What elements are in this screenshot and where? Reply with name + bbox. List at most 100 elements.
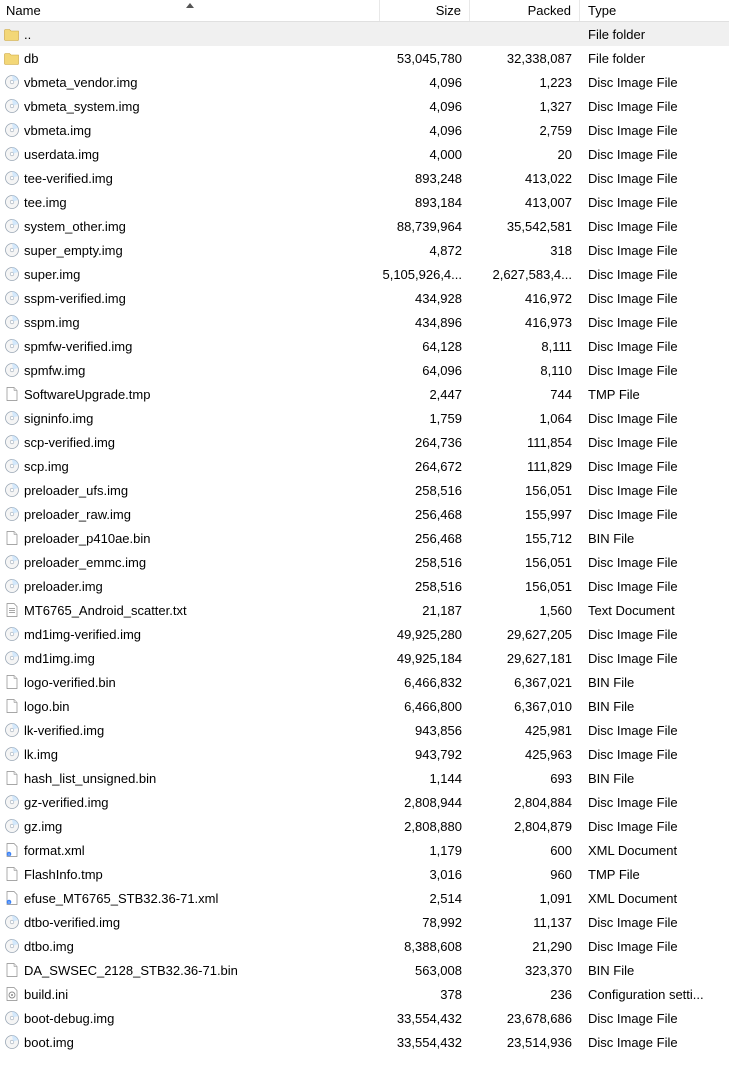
file-row[interactable]: spmfw.img64,0968,110Disc Image File bbox=[0, 358, 729, 382]
file-row[interactable]: preloader.img258,516156,051Disc Image Fi… bbox=[0, 574, 729, 598]
cell-size: 33,554,432 bbox=[380, 1035, 470, 1050]
cell-name: lk-verified.img bbox=[0, 722, 380, 738]
file-row[interactable]: dtbo-verified.img78,99211,137Disc Image … bbox=[0, 910, 729, 934]
file-row[interactable]: logo-verified.bin6,466,8326,367,021BIN F… bbox=[0, 670, 729, 694]
file-name-label: md1img-verified.img bbox=[24, 627, 141, 642]
cell-size: 258,516 bbox=[380, 483, 470, 498]
file-row[interactable]: gz.img2,808,8802,804,879Disc Image File bbox=[0, 814, 729, 838]
file-name-label: spmfw.img bbox=[24, 363, 85, 378]
file-row[interactable]: hash_list_unsigned.bin1,144693BIN File bbox=[0, 766, 729, 790]
file-row[interactable]: super.img5,105,926,4...2,627,583,4...Dis… bbox=[0, 262, 729, 286]
file-name-label: db bbox=[24, 51, 38, 66]
file-row[interactable]: MT6765_Android_scatter.txt21,1871,560Tex… bbox=[0, 598, 729, 622]
file-row[interactable]: logo.bin6,466,8006,367,010BIN File bbox=[0, 694, 729, 718]
file-icon bbox=[4, 962, 20, 978]
file-name-label: SoftwareUpgrade.tmp bbox=[24, 387, 150, 402]
cell-name: preloader_raw.img bbox=[0, 506, 380, 522]
disc-icon bbox=[4, 506, 20, 522]
cell-packed: 318 bbox=[470, 243, 580, 258]
cell-name: sspm.img bbox=[0, 314, 380, 330]
cell-packed: 1,223 bbox=[470, 75, 580, 90]
column-header-size-label: Size bbox=[436, 3, 461, 18]
file-name-label: vbmeta_system.img bbox=[24, 99, 140, 114]
disc-icon bbox=[4, 410, 20, 426]
cell-name: DA_SWSEC_2128_STB32.36-71.bin bbox=[0, 962, 380, 978]
disc-icon bbox=[4, 74, 20, 90]
file-row[interactable]: md1img-verified.img49,925,28029,627,205D… bbox=[0, 622, 729, 646]
cell-packed: 2,804,879 bbox=[470, 819, 580, 834]
file-row[interactable]: spmfw-verified.img64,1288,111Disc Image … bbox=[0, 334, 729, 358]
ini-icon bbox=[4, 986, 20, 1002]
disc-icon bbox=[4, 794, 20, 810]
column-header-type[interactable]: Type bbox=[580, 0, 729, 21]
file-row[interactable]: xformat.xml1,179600XML Document bbox=[0, 838, 729, 862]
column-header-packed[interactable]: Packed bbox=[470, 0, 580, 21]
cell-size: 943,792 bbox=[380, 747, 470, 762]
cell-type: Disc Image File bbox=[580, 123, 729, 138]
disc-icon bbox=[4, 146, 20, 162]
file-row[interactable]: build.ini378236Configuration setti... bbox=[0, 982, 729, 1006]
cell-type: BIN File bbox=[580, 771, 729, 786]
file-row[interactable]: scp-verified.img264,736111,854Disc Image… bbox=[0, 430, 729, 454]
file-row[interactable]: vbmeta_vendor.img4,0961,223Disc Image Fi… bbox=[0, 70, 729, 94]
cell-size: 4,872 bbox=[380, 243, 470, 258]
file-row[interactable]: sspm.img434,896416,973Disc Image File bbox=[0, 310, 729, 334]
file-row[interactable]: SoftwareUpgrade.tmp2,447744TMP File bbox=[0, 382, 729, 406]
file-row[interactable]: xefuse_MT6765_STB32.36-71.xml2,5141,091X… bbox=[0, 886, 729, 910]
cell-name: vbmeta.img bbox=[0, 122, 380, 138]
disc-icon bbox=[4, 458, 20, 474]
cell-size: 4,096 bbox=[380, 123, 470, 138]
disc-icon bbox=[4, 314, 20, 330]
cell-name: scp.img bbox=[0, 458, 380, 474]
file-row[interactable]: super_empty.img4,872318Disc Image File bbox=[0, 238, 729, 262]
cell-packed: 29,627,181 bbox=[470, 651, 580, 666]
file-row[interactable]: vbmeta.img4,0962,759Disc Image File bbox=[0, 118, 729, 142]
file-row[interactable]: dtbo.img8,388,60821,290Disc Image File bbox=[0, 934, 729, 958]
cell-size: 256,468 bbox=[380, 507, 470, 522]
column-header-name[interactable]: Name bbox=[0, 0, 380, 21]
cell-size: 53,045,780 bbox=[380, 51, 470, 66]
file-name-label: format.xml bbox=[24, 843, 85, 858]
cell-type: Disc Image File bbox=[580, 507, 729, 522]
file-row[interactable]: preloader_emmc.img258,516156,051Disc Ima… bbox=[0, 550, 729, 574]
file-row[interactable]: lk-verified.img943,856425,981Disc Image … bbox=[0, 718, 729, 742]
file-row[interactable]: DA_SWSEC_2128_STB32.36-71.bin563,008323,… bbox=[0, 958, 729, 982]
file-row[interactable]: userdata.img4,00020Disc Image File bbox=[0, 142, 729, 166]
file-row[interactable]: vbmeta_system.img4,0961,327Disc Image Fi… bbox=[0, 94, 729, 118]
file-row[interactable]: tee.img893,184413,007Disc Image File bbox=[0, 190, 729, 214]
cell-packed: 1,064 bbox=[470, 411, 580, 426]
file-name-label: signinfo.img bbox=[24, 411, 93, 426]
file-row[interactable]: ..File folder bbox=[0, 22, 729, 46]
file-row[interactable]: FlashInfo.tmp3,016960TMP File bbox=[0, 862, 729, 886]
file-row[interactable]: preloader_p410ae.bin256,468155,712BIN Fi… bbox=[0, 526, 729, 550]
file-row[interactable]: db53,045,78032,338,087File folder bbox=[0, 46, 729, 70]
cell-name: preloader_emmc.img bbox=[0, 554, 380, 570]
file-row[interactable]: boot.img33,554,43223,514,936Disc Image F… bbox=[0, 1030, 729, 1054]
column-header-size[interactable]: Size bbox=[380, 0, 470, 21]
file-row[interactable]: scp.img264,672111,829Disc Image File bbox=[0, 454, 729, 478]
cell-size: 64,096 bbox=[380, 363, 470, 378]
cell-name: gz.img bbox=[0, 818, 380, 834]
cell-size: 2,808,944 bbox=[380, 795, 470, 810]
cell-packed: 323,370 bbox=[470, 963, 580, 978]
file-icon bbox=[4, 386, 20, 402]
file-row[interactable]: gz-verified.img2,808,9442,804,884Disc Im… bbox=[0, 790, 729, 814]
file-row[interactable]: preloader_raw.img256,468155,997Disc Imag… bbox=[0, 502, 729, 526]
file-name-label: logo-verified.bin bbox=[24, 675, 116, 690]
file-row[interactable]: preloader_ufs.img258,516156,051Disc Imag… bbox=[0, 478, 729, 502]
disc-icon bbox=[4, 242, 20, 258]
file-row[interactable]: lk.img943,792425,963Disc Image File bbox=[0, 742, 729, 766]
disc-icon bbox=[4, 434, 20, 450]
file-name-label: gz-verified.img bbox=[24, 795, 109, 810]
file-row[interactable]: sspm-verified.img434,928416,972Disc Imag… bbox=[0, 286, 729, 310]
file-name-label: vbmeta_vendor.img bbox=[24, 75, 137, 90]
file-row[interactable]: md1img.img49,925,18429,627,181Disc Image… bbox=[0, 646, 729, 670]
cell-type: Disc Image File bbox=[580, 195, 729, 210]
folder-up-icon bbox=[4, 26, 20, 42]
file-row[interactable]: signinfo.img1,7591,064Disc Image File bbox=[0, 406, 729, 430]
file-row[interactable]: system_other.img88,739,96435,542,581Disc… bbox=[0, 214, 729, 238]
disc-icon bbox=[4, 482, 20, 498]
file-row[interactable]: tee-verified.img893,248413,022Disc Image… bbox=[0, 166, 729, 190]
cell-type: Disc Image File bbox=[580, 555, 729, 570]
file-row[interactable]: boot-debug.img33,554,43223,678,686Disc I… bbox=[0, 1006, 729, 1030]
